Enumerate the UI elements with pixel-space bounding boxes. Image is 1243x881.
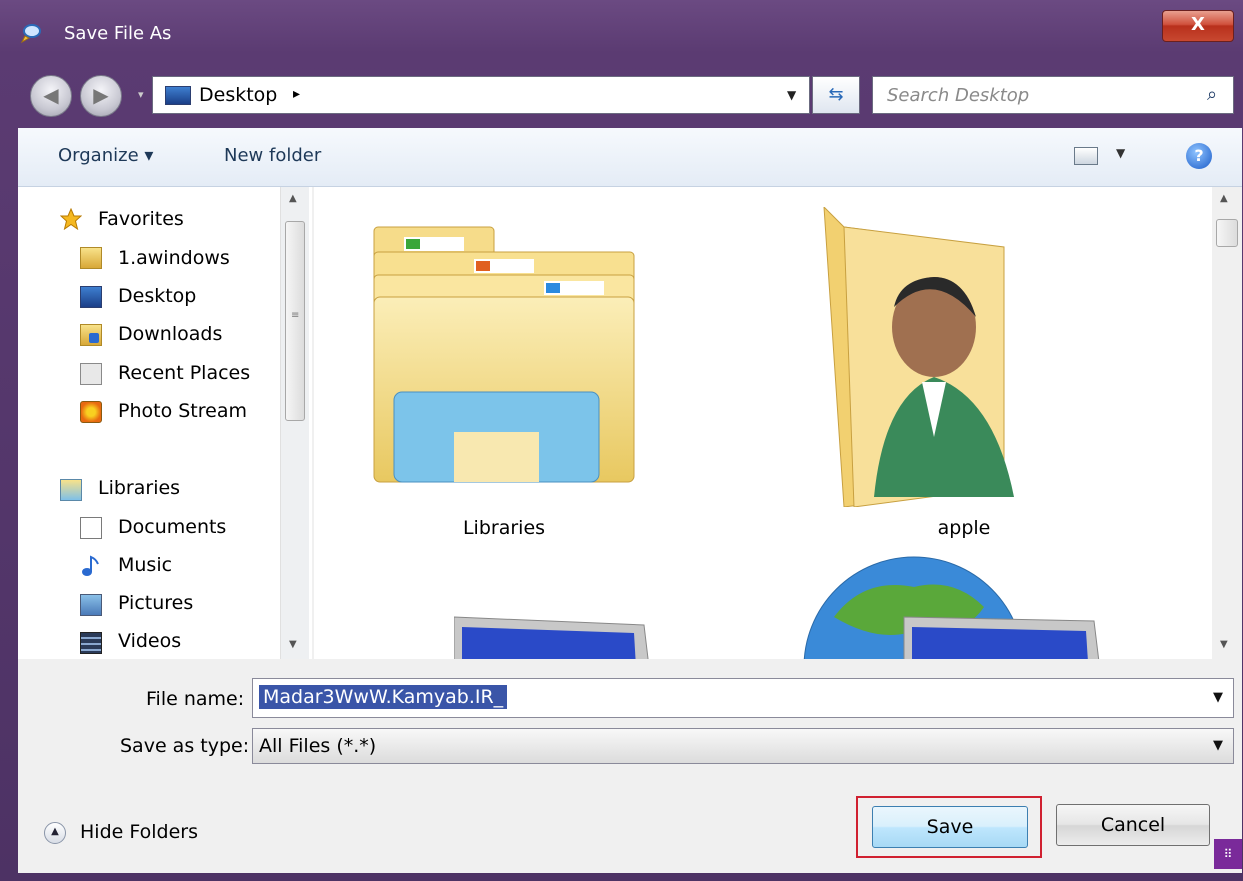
user-folder-icon bbox=[823, 207, 1014, 507]
nav-scrollbar[interactable]: ▲ ≡ ▼ bbox=[280, 187, 309, 659]
address-location[interactable]: Desktop bbox=[199, 84, 277, 106]
command-bar: Organize ▾ New folder ▼ ? bbox=[18, 128, 1242, 187]
downloads-icon bbox=[80, 324, 102, 346]
search-box[interactable]: Search Desktop ⌕ bbox=[872, 76, 1234, 114]
scroll-down-icon[interactable]: ▼ bbox=[289, 639, 297, 650]
libraries-icon bbox=[60, 479, 82, 501]
documents-icon bbox=[80, 517, 102, 539]
list-item[interactable]: apple bbox=[794, 207, 1134, 547]
grip-icon: ≡ bbox=[291, 310, 300, 321]
address-dropdown-icon[interactable]: ▼ bbox=[787, 88, 796, 102]
folder-icon bbox=[80, 247, 102, 269]
nav-item-music[interactable]: Music bbox=[118, 554, 172, 576]
nav-scroll-thumb[interactable]: ≡ bbox=[285, 221, 305, 421]
nav-libraries-header[interactable]: Libraries bbox=[98, 477, 180, 499]
favorites-star-icon bbox=[60, 208, 82, 230]
navigation-pane: Favorites 1.awindows Desktop Downloads R… bbox=[18, 187, 312, 659]
nav-item-documents[interactable]: Documents bbox=[118, 516, 226, 538]
scroll-down-icon[interactable]: ▼ bbox=[1220, 639, 1228, 650]
resize-grip-icon[interactable]: ⠿ bbox=[1214, 839, 1242, 869]
videos-icon bbox=[80, 632, 102, 654]
music-icon bbox=[82, 555, 99, 576]
dialog-title: Save File As bbox=[64, 23, 172, 44]
save-type-value[interactable]: All Files (*.*) bbox=[259, 735, 376, 757]
file-list: Libraries apple ▲ ▼ bbox=[314, 187, 1242, 659]
file-name-field[interactable]: Madar3WwW.Kamyab.IR_ ▼ bbox=[252, 678, 1234, 718]
app-icon bbox=[20, 24, 41, 44]
content-scrollbar[interactable]: ▲ ▼ bbox=[1212, 187, 1242, 659]
nav-item-photo-stream[interactable]: Photo Stream bbox=[118, 400, 247, 422]
forward-button[interactable]: ▶ bbox=[80, 75, 122, 117]
nav-item-downloads[interactable]: Downloads bbox=[118, 323, 222, 345]
new-folder-button[interactable]: New folder bbox=[224, 145, 321, 166]
file-name-value[interactable]: Madar3WwW.Kamyab.IR_ bbox=[259, 685, 508, 709]
change-view-icon[interactable] bbox=[1074, 147, 1098, 165]
desktop-icon bbox=[80, 286, 102, 308]
recent-places-icon bbox=[80, 363, 102, 385]
forward-arrow-icon: ▶ bbox=[93, 83, 109, 107]
libraries-folder-icon bbox=[373, 226, 635, 483]
item-label: apple bbox=[937, 517, 991, 539]
chevron-down-icon[interactable]: ▼ bbox=[1213, 738, 1223, 753]
save-button[interactable]: Save bbox=[872, 806, 1028, 848]
content-scroll-thumb[interactable] bbox=[1216, 219, 1238, 247]
back-arrow-icon: ◀ bbox=[43, 83, 59, 107]
back-button[interactable]: ◀ bbox=[30, 75, 72, 117]
list-item[interactable]: Libraries bbox=[354, 207, 654, 547]
save-file-dialog: Save File As X ◀ ▶ ▾ Desktop ▸ ▼ ⇆ Searc… bbox=[0, 0, 1243, 881]
recent-pages-dropdown[interactable]: ▾ bbox=[138, 88, 150, 104]
hide-folders-icon[interactable]: ▲ bbox=[44, 822, 66, 844]
network-icon[interactable] bbox=[794, 547, 1114, 659]
title-bar: Save File As X bbox=[0, 0, 1243, 60]
computer-icon[interactable] bbox=[454, 607, 654, 659]
help-icon[interactable]: ? bbox=[1186, 143, 1212, 169]
nav-item-awindows[interactable]: 1.awindows bbox=[118, 247, 230, 269]
desktop-icon bbox=[165, 86, 191, 105]
chevron-down-icon[interactable]: ▼ bbox=[1213, 690, 1223, 705]
pictures-icon bbox=[80, 594, 102, 616]
refresh-icon: ⇆ bbox=[828, 84, 844, 105]
search-icon[interactable]: ⌕ bbox=[1207, 84, 1217, 105]
organize-button[interactable]: Organize ▾ bbox=[58, 145, 153, 166]
view-options-dropdown[interactable]: ▼ bbox=[1116, 146, 1125, 160]
nav-item-pictures[interactable]: Pictures bbox=[118, 592, 193, 614]
scroll-up-icon[interactable]: ▲ bbox=[1220, 193, 1228, 204]
address-bar[interactable]: Desktop ▸ ▼ bbox=[152, 76, 810, 114]
cancel-button[interactable]: Cancel bbox=[1056, 804, 1210, 846]
file-name-label: File name: bbox=[146, 688, 245, 710]
photo-stream-icon bbox=[80, 401, 102, 423]
nav-item-videos[interactable]: Videos bbox=[118, 630, 181, 652]
save-type-label: Save as type: bbox=[120, 735, 250, 757]
close-button[interactable]: X bbox=[1162, 10, 1234, 42]
nav-favorites-header[interactable]: Favorites bbox=[98, 208, 184, 230]
dialog-body: Organize ▾ New folder ▼ ? Favorites 1.aw… bbox=[18, 128, 1242, 873]
nav-item-recent-places[interactable]: Recent Places bbox=[118, 362, 250, 384]
hide-folders-button[interactable]: Hide Folders bbox=[80, 821, 198, 843]
breadcrumb-separator[interactable]: ▸ bbox=[293, 86, 300, 102]
scroll-up-icon[interactable]: ▲ bbox=[289, 193, 297, 204]
search-input[interactable]: Search Desktop bbox=[887, 85, 1029, 106]
refresh-button[interactable]: ⇆ bbox=[812, 76, 860, 114]
nav-item-desktop[interactable]: Desktop bbox=[118, 285, 196, 307]
item-label: Libraries bbox=[462, 517, 546, 539]
save-type-select[interactable]: All Files (*.*) ▼ bbox=[252, 728, 1234, 764]
